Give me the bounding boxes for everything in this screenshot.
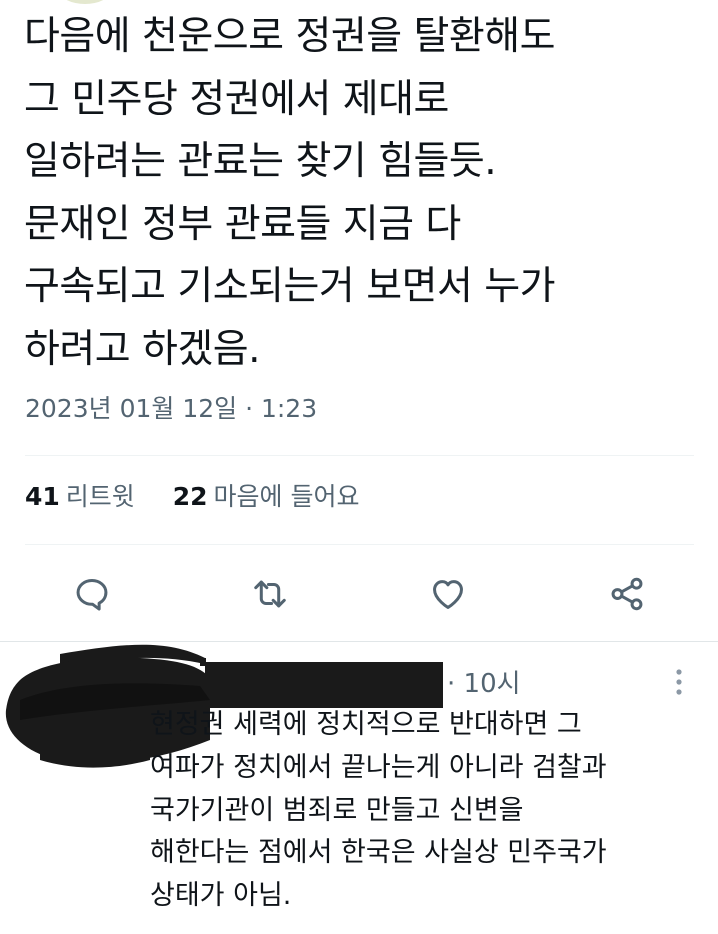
reply-text-line: 국가기관이 범죄로 만들고 신변을 <box>150 794 524 826</box>
share-icon[interactable] <box>607 574 647 614</box>
retweets-count: 41 <box>25 482 60 511</box>
reply-text-line: 여파가 정치에서 끝나는게 아니라 검찰과 <box>150 751 607 783</box>
more-options-icon[interactable] <box>664 664 694 700</box>
retweets-label: 리트윗 <box>65 482 135 511</box>
tweet-text-line: 그 민주당 정권에서 제대로 <box>24 76 449 122</box>
tweet-action-bar <box>0 570 718 618</box>
likes-stat[interactable]: 22 마음에 들어요 <box>165 482 360 511</box>
reply-text-line: 해한다는 점에서 한국은 사실상 민주국가 <box>150 837 607 869</box>
tweet-text-line: 문재인 정부 관료들 지금 다 <box>24 201 461 247</box>
reply-timestamp[interactable]: · 10시 <box>447 666 521 702</box>
retweet-icon[interactable] <box>250 574 290 614</box>
retweets-stat[interactable]: 41 리트윗 <box>25 482 143 511</box>
tweet-text-line: 구속되고 기소되는거 보면서 누가 <box>24 264 556 309</box>
reply-text: 현정권 세력에 정치적으로 반대하면 그 여파가 정치에서 끝나는게 아니라 검… <box>150 704 710 918</box>
tweet-text-line: 일하려는 관료는 찾기 힘들듯. <box>24 139 497 184</box>
avatar[interactable] <box>60 0 110 4</box>
reply-icon[interactable] <box>72 574 112 614</box>
reply-text-line: 상태가 아님. <box>150 880 292 912</box>
tweet-stats: 41 리트윗 22 마음에 들어요 <box>25 480 359 514</box>
tweet-text: 다음에 천운으로 정권을 탈환해도 그 민주당 정권에서 제대로 일하려는 관료… <box>24 6 704 381</box>
reply-text-line: 현정권 세력에 정치적으로 반대하면 그 <box>150 709 582 740</box>
likes-label: 마음에 들어요 <box>213 482 360 511</box>
divider <box>25 455 694 456</box>
tweet-timestamp[interactable]: 2023년 01월 12일 · 1:23 <box>25 392 317 426</box>
tweet-text-line: 다음에 천운으로 정권을 탈환해도 <box>24 14 556 59</box>
divider <box>25 544 694 545</box>
likes-count: 22 <box>172 482 208 511</box>
like-icon[interactable] <box>428 574 468 614</box>
tweet-text-line: 하려고 하겠음. <box>24 326 261 372</box>
